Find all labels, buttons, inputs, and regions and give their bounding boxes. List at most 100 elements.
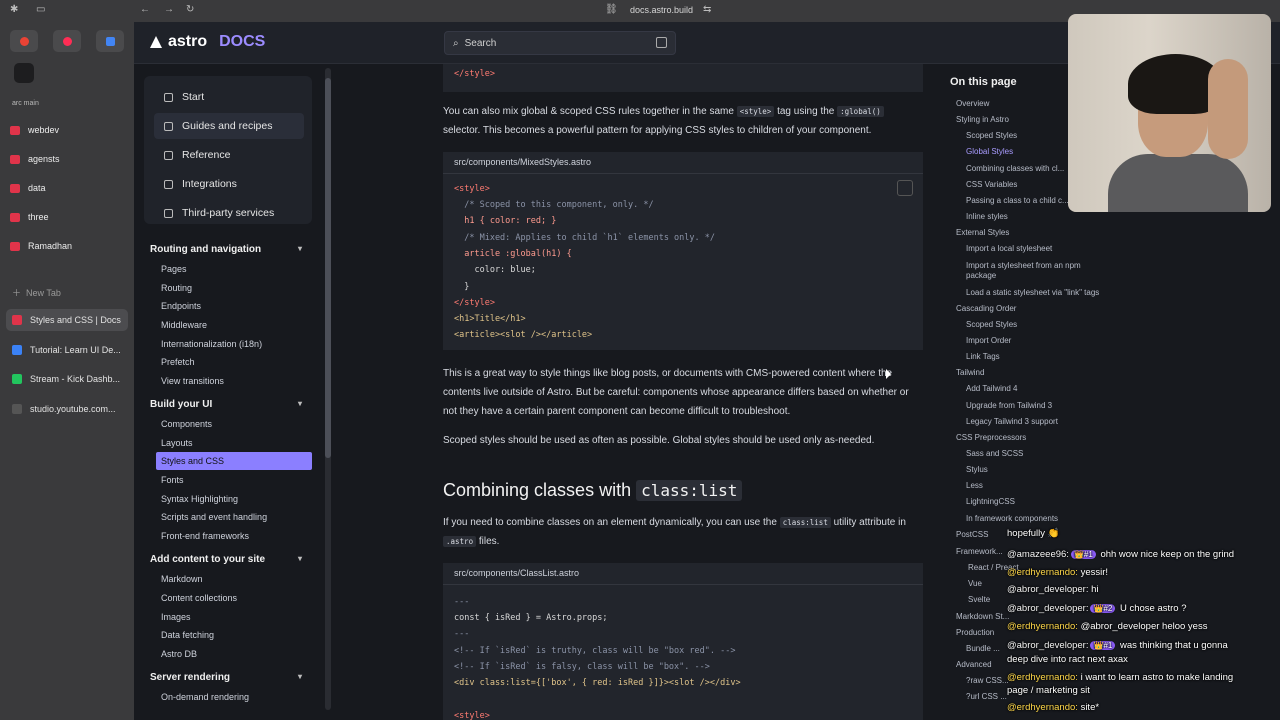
toc-link[interactable]: Svelte [968,595,990,604]
copy-icon[interactable] [897,180,913,196]
toc-link[interactable]: LightningCSS [966,497,1015,506]
toc-link[interactable]: Overview [956,99,989,108]
back-icon[interactable]: ← [140,5,150,15]
toc-link[interactable]: ?raw CSS... [966,676,1009,685]
astro-logo-icon [150,36,162,48]
tab-favicon-icon [12,345,22,355]
toc-link[interactable]: Import a stylesheet from an npm [966,261,1081,270]
nav-third-party[interactable]: Third-party services [154,200,304,226]
folder-three[interactable]: three [10,208,49,226]
toc-link[interactable]: PostCSS [956,530,988,539]
nav-item[interactable]: Content collections [161,593,237,603]
chat-message: page / marketing sit [1007,685,1090,696]
nav-item[interactable]: View transitions [161,376,224,386]
nav-item[interactable]: Middleware [161,320,207,330]
nav-item[interactable]: Astro DB [161,649,197,659]
nav-start[interactable]: Start [154,84,304,110]
folder-icon [10,154,20,164]
chevron-down-icon: ▾ [297,554,302,563]
toc-link[interactable]: CSS Variables [966,180,1017,189]
toc-link[interactable]: Import a local stylesheet [966,244,1052,253]
code-block-class-list: src/components/ClassList.astro --- const… [443,563,923,720]
toc-link[interactable]: package [966,271,996,280]
toc-link[interactable]: Sass and SCSS [966,449,1023,458]
toc-link[interactable]: Scoped Styles [966,320,1017,329]
nav-item[interactable]: Routing [161,283,192,293]
toc-link[interactable]: Advanced [956,660,992,669]
toc-link[interactable]: Vue [968,579,982,588]
arc-logo-icon[interactable]: ✱ [10,5,20,15]
tab-kick[interactable]: Stream - Kick Dashb... [6,368,128,390]
folder-agensts[interactable]: agensts [10,150,60,168]
toc-link[interactable]: Tailwind [956,368,984,377]
toc-link[interactable]: Production [956,628,994,637]
toc-link[interactable]: Bundle ... [966,644,1000,653]
forward-icon[interactable]: → [164,5,174,15]
tab-tutorial[interactable]: Tutorial: Learn UI De... [6,339,128,361]
toc-link[interactable]: Load a static stylesheet via "link" tags [966,288,1099,297]
toc-link[interactable]: Less [966,481,983,490]
code-file-name: src/components/MixedStyles.astro [443,152,923,174]
nav-item[interactable]: Fonts [161,475,184,485]
address-bar[interactable]: docs.astro.build [630,5,693,15]
nav-section-build-ui[interactable]: Build your UI ▾ [150,399,306,410]
search-input[interactable]: ⌕ Search [444,31,676,55]
nav-item[interactable]: Front-end frameworks [161,531,249,541]
toc-link-active[interactable]: Global Styles [966,147,1013,156]
toc-link[interactable]: Stylus [966,465,988,474]
pinned-tab-youtube[interactable] [53,30,81,52]
pinned-tab-notion[interactable] [14,63,34,83]
nav-item[interactable]: Images [161,612,191,622]
toc-link[interactable]: Link Tags [966,352,1000,361]
toc-link[interactable]: Framework... [956,547,1003,556]
nav-item[interactable]: Pages [161,264,187,274]
toc-link[interactable]: Cascading Order [956,304,1016,313]
toc-link[interactable]: Legacy Tailwind 3 support [966,417,1058,426]
folder-webdev[interactable]: webdev [10,121,59,139]
toc-link[interactable]: Passing a class to a child c... [966,196,1069,205]
nav-item[interactable]: Scripts and event handling [161,512,267,522]
toc-link[interactable]: External Styles [956,228,1009,237]
nav-section-server[interactable]: Server rendering ▾ [150,672,306,683]
toc-link[interactable]: Add Tailwind 4 [966,384,1017,393]
nav-item[interactable]: Prefetch [161,357,195,367]
folder-data[interactable]: data [10,179,46,197]
nav-item[interactable]: Markdown [161,574,203,584]
nav-item[interactable]: Internationalization (i18n) [161,339,262,349]
folder-ramadhan[interactable]: Ramadhan [10,237,72,255]
toc-link[interactable]: CSS Preprocessors [956,433,1026,442]
folder-icon [10,183,20,193]
sidebar-toggle-icon[interactable]: ▭ [36,5,46,15]
tab-styles-css[interactable]: Styles and CSS | Docs [6,309,128,331]
astro-logo[interactable]: astro DOCS [150,33,265,51]
new-tab-button[interactable]: ＋ New Tab [12,286,61,299]
nav-section-content[interactable]: Add content to your site ▾ [150,554,306,565]
nav-reference[interactable]: Reference [154,142,304,168]
nav-item[interactable]: Data fetching [161,630,214,640]
reload-icon[interactable]: ↻ [186,5,196,15]
chevron-down-icon: ▾ [297,672,302,681]
tab-youtube-studio[interactable]: studio.youtube.com... [6,398,128,420]
toc-link[interactable]: ?url CSS ... [966,692,1007,701]
toc-link[interactable]: Combining classes with cl... [966,164,1064,173]
nav-item[interactable]: Endpoints [161,301,201,311]
nav-item[interactable]: Components [161,419,212,429]
toc-link[interactable]: Markdown St... [956,612,1009,621]
toc-link[interactable]: Styling in Astro [956,115,1009,124]
toc-link[interactable]: Inline styles [966,212,1008,221]
nav-item-current[interactable]: Styles and CSS [156,452,312,470]
pinned-tab-gmail[interactable] [10,30,38,52]
toc-link[interactable]: Scoped Styles [966,131,1017,140]
site-settings-icon[interactable]: ⇆ [703,5,713,15]
nav-integrations[interactable]: Integrations [154,171,304,197]
scrollbar-thumb[interactable] [325,78,331,458]
toc-link[interactable]: Upgrade from Tailwind 3 [966,401,1052,410]
toc-link[interactable]: Import Order [966,336,1011,345]
nav-section-routing[interactable]: Routing and navigation ▾ [150,244,306,255]
nav-item[interactable]: Layouts [161,438,193,448]
nav-item[interactable]: Syntax Highlighting [161,494,238,504]
nav-guides[interactable]: Guides and recipes [154,113,304,139]
nav-item[interactable]: On-demand rendering [161,692,249,702]
pinned-tab-calendar[interactable] [96,30,124,52]
nav-scrollbar[interactable] [325,68,331,710]
